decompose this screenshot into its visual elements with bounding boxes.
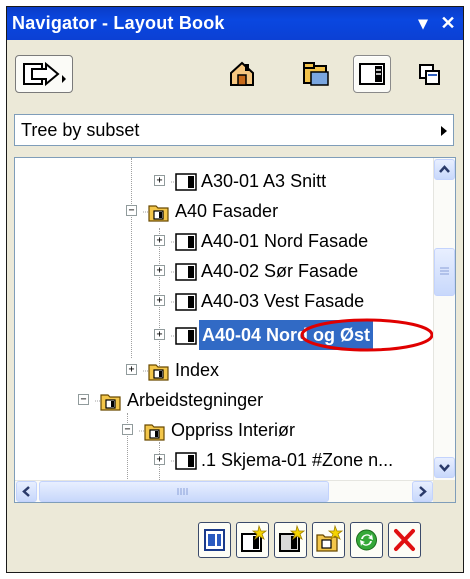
navigator-switch-icon: [23, 61, 66, 87]
update-button[interactable]: [350, 522, 383, 558]
scroll-right-button[interactable]: [412, 481, 433, 502]
expand-toggle[interactable]: +: [154, 175, 165, 186]
layout-sheet-icon: [171, 291, 199, 321]
tree-item-label: A40-02 Sør Fasade: [201, 261, 359, 281]
delete-button[interactable]: [388, 522, 421, 558]
grip-icon: [440, 267, 449, 275]
new-layout-button[interactable]: [236, 522, 269, 558]
new-layout-icon: [241, 524, 268, 552]
new-subset-icon: [316, 524, 344, 552]
collapse-toggle[interactable]: −: [126, 205, 137, 216]
layout-sheet-icon: [171, 450, 199, 480]
new-master-layout-button[interactable]: [274, 522, 307, 558]
horizontal-scrollbar[interactable]: [15, 480, 435, 502]
tree-item-a30-01[interactable]: + A30-01 A3 Snitt: [15, 166, 435, 196]
horizontal-scroll-thumb[interactable]: [39, 481, 329, 502]
window-title: Navigator - Layout Book: [12, 13, 225, 33]
chevron-down-icon: [439, 464, 450, 472]
layout-tree: + A30-01 A3 Snitt − A40 Fasader + A40-01…: [14, 157, 456, 503]
new-subset-button[interactable]: [312, 522, 345, 558]
navigator-switch-button[interactable]: [15, 55, 73, 93]
red-highlight-ellipse: [300, 318, 434, 352]
grip-icon: [177, 488, 188, 495]
settings-button[interactable]: [198, 522, 231, 558]
expand-toggle[interactable]: +: [154, 329, 165, 340]
tree-item-skjema-01[interactable]: + .1 Skjema-01 #Zone n...: [15, 445, 435, 475]
expand-toggle[interactable]: +: [154, 235, 165, 246]
scrollbar-corner: [433, 480, 455, 502]
collapse-toggle[interactable]: −: [78, 394, 89, 405]
layout-sheet-icon: [171, 325, 199, 355]
chevron-left-icon: [22, 486, 30, 497]
tree-item-a40-04[interactable]: + A40-04 Nord og Øst: [15, 318, 435, 352]
tree-item-label: A40-03 Vest Fasade: [201, 291, 365, 311]
tree-item-a40-03[interactable]: + A40-03 Vest Fasade: [15, 286, 435, 316]
tree-item-a40-02[interactable]: + A40-02 Sør Fasade: [15, 256, 435, 286]
tree-item-label: A30-01 A3 Snitt: [201, 171, 327, 191]
view-map-button[interactable]: [297, 55, 335, 93]
publisher-sets-icon: [419, 64, 440, 85]
tree-item-label: A40-01 Nord Fasade: [201, 231, 369, 251]
chevron-right-icon: [419, 486, 427, 497]
tree-item-label: .1 Skjema-01 #Zone n...: [201, 450, 394, 470]
tree-item-label: Oppriss Interiør: [171, 420, 296, 440]
expand-toggle[interactable]: +: [154, 295, 165, 306]
chevron-up-icon: [439, 165, 450, 173]
vertical-scrollbar[interactable]: [433, 158, 455, 480]
mode-toolbar: [7, 40, 463, 108]
project-map-button[interactable]: [223, 55, 261, 93]
title-bar[interactable]: Navigator - Layout Book ▾ ✕: [7, 7, 463, 40]
tree-item-label: A40 Fasader: [175, 201, 279, 221]
tree-item-a40-fasader[interactable]: − A40 Fasader: [15, 196, 435, 226]
tree-item-label: Index: [175, 360, 220, 380]
tree-item-arbeidstegninger[interactable]: − Arbeidstegninger: [15, 385, 435, 415]
layout-book-button[interactable]: [353, 55, 391, 93]
tree-item-a40-01[interactable]: + A40-01 Nord Fasade: [15, 226, 435, 256]
view-map-icon: [303, 62, 329, 86]
collapse-toggle[interactable]: −: [122, 424, 133, 435]
scroll-left-button[interactable]: [16, 481, 37, 502]
project-map-icon: [230, 61, 254, 86]
close-button[interactable]: ✕: [437, 7, 459, 40]
view-selector-value: Tree by subset: [21, 120, 140, 140]
update-icon: [356, 529, 377, 551]
delete-icon: [394, 529, 415, 551]
palette-menu-button[interactable]: ▾: [413, 7, 433, 40]
bottom-toolbar: [7, 503, 463, 574]
layout-book-icon: [359, 63, 385, 85]
dropdown-arrow-icon: [441, 126, 447, 136]
expand-toggle[interactable]: +: [154, 454, 165, 465]
vertical-scroll-thumb[interactable]: [434, 248, 455, 296]
navigator-palette: Navigator - Layout Book ▾ ✕ Tree by subs…: [6, 6, 464, 573]
publisher-sets-button[interactable]: [411, 55, 449, 93]
expand-toggle[interactable]: +: [126, 364, 137, 375]
tree-item-label: Arbeidstegninger: [127, 390, 264, 410]
properties-icon: [204, 529, 225, 551]
view-selector-dropdown[interactable]: Tree by subset: [14, 114, 454, 146]
scroll-up-button[interactable]: [434, 159, 455, 180]
scroll-down-button[interactable]: [434, 457, 455, 478]
expand-toggle[interactable]: +: [154, 265, 165, 276]
tree-item-index[interactable]: + Index: [15, 355, 435, 385]
tree-item-oppriss-interior[interactable]: − Oppriss Interiør: [15, 415, 435, 445]
new-master-layout-icon: [279, 524, 306, 552]
